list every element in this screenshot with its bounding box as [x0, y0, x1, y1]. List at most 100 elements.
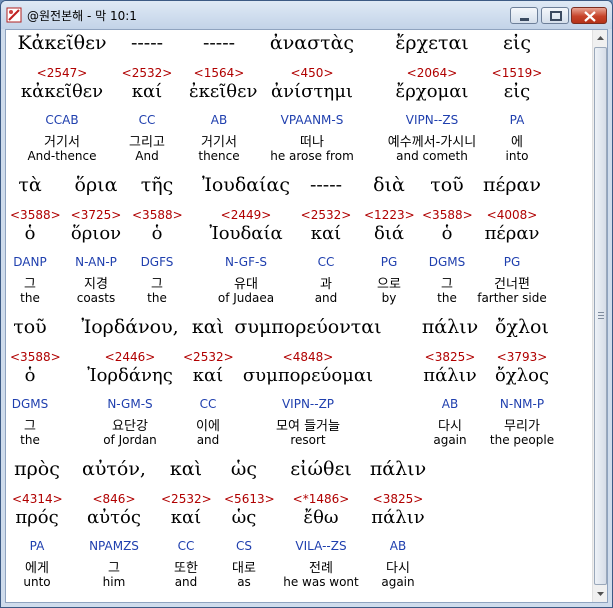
parsing-code: CS: [236, 539, 252, 553]
word-cell[interactable]: ----- <2532> καί CC 과 and: [296, 172, 356, 312]
word-cell[interactable]: Κἀκεῖθεν <2547> κἀκεῖθεν CCAB 거기서 And-thence: [7, 30, 117, 170]
word-cell[interactable]: ἔρχεται <2064> ἔρχομαι VIPN--ZS 예수께서-가시니 and …: [367, 30, 497, 170]
korean-gloss: 에게: [25, 561, 49, 576]
greek-word: τοῦ: [13, 316, 47, 338]
word-cell[interactable]: διὰ <1223> διά PG 으로 by: [364, 172, 415, 312]
korean-gloss: 그리고: [129, 135, 165, 150]
word-cell[interactable]: πάλιν <3825> πάλιν AB 다시 again: [420, 314, 480, 454]
word-cell[interactable]: πρὸς <4314> πρός PA 에게 unto: [12, 456, 63, 596]
parsing-code: N-GF-S: [225, 255, 267, 269]
english-gloss: thence: [198, 149, 240, 163]
scroll-down-button[interactable]: [593, 586, 607, 602]
english-gloss: and cometh: [396, 149, 468, 163]
greek-word: πέραν: [483, 174, 541, 196]
word-cell[interactable]: ὡς <5613> ὡς CS 대로 as: [224, 456, 275, 596]
scrollbar-thumb[interactable]: [594, 47, 607, 585]
english-gloss: the: [20, 433, 40, 447]
word-cell[interactable]: ὄχλοι <3793> ὄχλος N-NM-P 무리가 the people: [482, 314, 562, 454]
strong-number: <1519>: [491, 66, 543, 80]
maximize-button[interactable]: [541, 7, 569, 24]
english-gloss: And: [135, 149, 159, 163]
korean-gloss: 그: [108, 561, 120, 576]
lemma: εἰς: [503, 81, 531, 102]
greek-word: τὰ: [18, 174, 42, 196]
korean-gloss: 떠나: [300, 135, 324, 150]
english-gloss: of Jordan: [103, 433, 157, 447]
strong-number: <846>: [92, 492, 136, 506]
grip-line: [598, 315, 604, 316]
word-cell[interactable]: ----- <1564> ἐκεῖθεν AB 거기서 thence: [189, 30, 257, 170]
word-cell[interactable]: ἀναστὰς <450> ἀνίστημι VPAANM-S 떠나 he arose f…: [252, 30, 372, 170]
korean-gloss: 무리가: [504, 419, 540, 434]
greek-word: πάλιν: [421, 316, 479, 338]
greek-word: εἰώθει: [290, 458, 352, 480]
parsing-code: PA: [509, 113, 525, 127]
lemma: διά: [373, 223, 405, 244]
greek-word: -----: [202, 32, 236, 54]
word-cell[interactable]: εἰς <1519> εἰς PA 에 into: [487, 30, 547, 170]
word-cell[interactable]: Ἰουδαίας <2449> Ἰουδαία N-GF-S 유대 of Judaea: [186, 172, 306, 312]
parsing-code: AB: [441, 397, 459, 411]
scroll-up-icon: [597, 36, 604, 40]
parsing-code: PG: [380, 255, 398, 269]
grip-line: [598, 312, 604, 313]
korean-gloss: 모여 들거늘: [276, 419, 340, 434]
word-cell[interactable]: αὐτόν, <846> αὐτός NPAMZS 그 him: [74, 456, 154, 596]
strong-number: <3725>: [70, 208, 122, 222]
app-window: @원전본해 - 막 10:1 Κἀκεῖθεν <2547> κἀκεῖθεν CCA…: [0, 0, 613, 608]
strong-number: <*1486>: [292, 492, 350, 506]
korean-gloss: 그: [441, 277, 453, 292]
word-cell[interactable]: πάλιν <3825> πάλιν AB 다시 again: [368, 456, 428, 596]
strong-number: <4008>: [486, 208, 538, 222]
english-gloss: and: [174, 575, 198, 589]
korean-gloss: 요단강: [112, 419, 148, 434]
vertical-scrollbar[interactable]: [592, 30, 607, 602]
korean-gloss: 그: [24, 277, 36, 292]
greek-word: πρὸς: [14, 458, 60, 480]
greek-word: διὰ: [373, 174, 405, 196]
title-bar[interactable]: @원전본해 - 막 10:1: [1, 1, 612, 29]
scroll-up-button[interactable]: [593, 30, 607, 46]
lemma: ὁ: [24, 223, 36, 244]
word-cell[interactable]: πέραν <4008> πέραν PG 건너편 farther side: [472, 172, 552, 312]
word-cell[interactable]: ----- <2532> καί CC 그리고 And: [117, 30, 177, 170]
strong-number: <3825>: [372, 492, 424, 506]
parsing-code: NPAMZS: [89, 539, 139, 553]
korean-gloss: 전례: [309, 561, 333, 576]
word-cell[interactable]: ὅρια <3725> ὅριον N-AN-P 지경 coasts: [61, 172, 131, 312]
minimize-button[interactable]: [510, 7, 538, 24]
lemma: καί: [310, 223, 342, 244]
word-cell[interactable]: τοῦ <3588> ὁ DGMS 그 the: [422, 172, 473, 312]
word-cell[interactable]: τῆς <3588> ὁ DGFS 그 the: [132, 172, 183, 312]
parsing-code: AB: [389, 539, 407, 553]
english-gloss: of Judaea: [217, 291, 275, 305]
word-cell[interactable]: καὶ <2532> καί CC 또한 and: [161, 456, 212, 596]
lemma: πρός: [15, 507, 59, 528]
word-cell[interactable]: συμπορεύονται <4848> συμπορεύομαι VIPN--ZP 모…: [223, 314, 393, 454]
greek-word: τῆς: [140, 174, 174, 196]
strong-number: <3588>: [10, 350, 61, 364]
english-gloss: again: [433, 433, 467, 447]
english-gloss: him: [102, 575, 126, 589]
english-gloss: by: [381, 291, 397, 305]
greek-word: πάλιν: [369, 458, 427, 480]
word-cell[interactable]: τὰ <3588> ὁ DANP 그 the: [10, 172, 61, 312]
korean-gloss: 에: [511, 135, 523, 150]
strong-number: <3588>: [422, 208, 473, 222]
greek-word: εἰς: [503, 32, 531, 54]
word-cell[interactable]: Ἰορδάνου, <2446> Ἰορδάνης N-GM-S 요단강 of Jorda…: [75, 314, 185, 454]
parsing-code: CCAB: [45, 113, 79, 127]
greek-word: ὄχλοι: [495, 316, 549, 338]
close-button[interactable]: [571, 7, 607, 24]
korean-gloss: 으로: [377, 277, 401, 292]
word-cell[interactable]: τοῦ <3588> ὁ DGMS 그 the: [10, 314, 61, 454]
greek-word: ὡς: [230, 458, 258, 480]
parsing-code: PA: [29, 539, 45, 553]
lemma: αὐτός: [87, 507, 141, 528]
parsing-code: DGMS: [428, 255, 466, 269]
greek-word: -----: [309, 174, 343, 196]
word-cell[interactable]: εἰώθει <*1486> ἔθω VILA--ZS 전례 he was wont: [266, 456, 376, 596]
korean-gloss: 다시: [386, 561, 410, 576]
maximize-icon: [550, 11, 562, 21]
english-gloss: again: [381, 575, 415, 589]
